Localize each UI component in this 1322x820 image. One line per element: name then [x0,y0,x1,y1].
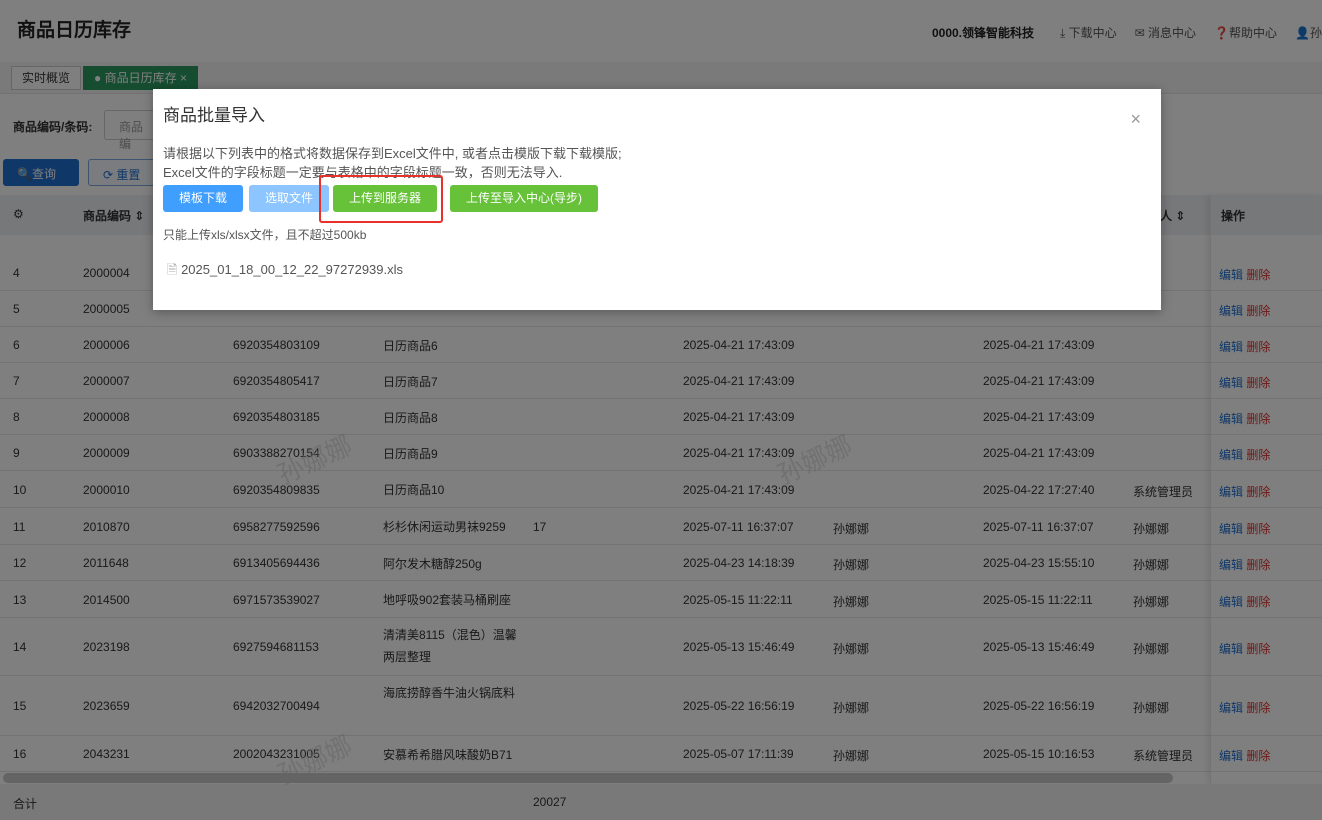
highlight-box [319,175,443,223]
close-icon[interactable]: × [1130,109,1141,130]
selected-file[interactable]: 🗎 2025_01_18_00_12_22_97272939.xls [167,261,403,283]
import-dialog: 商品批量导入 × 请根据以下列表中的格式将数据保存到Excel文件中, 或者点击… [153,89,1161,310]
upload-to-import-center-button[interactable]: 上传至导入中心(导步) [450,185,598,212]
upload-hint: 只能上传xls/xlsx文件，且不超过500kb [163,228,367,242]
select-file-button[interactable]: 选取文件 [249,185,329,212]
template-download-button[interactable]: 模板下载 [163,185,243,212]
dialog-title: 商品批量导入 [163,106,265,125]
document-icon: 🗎 [167,262,182,277]
